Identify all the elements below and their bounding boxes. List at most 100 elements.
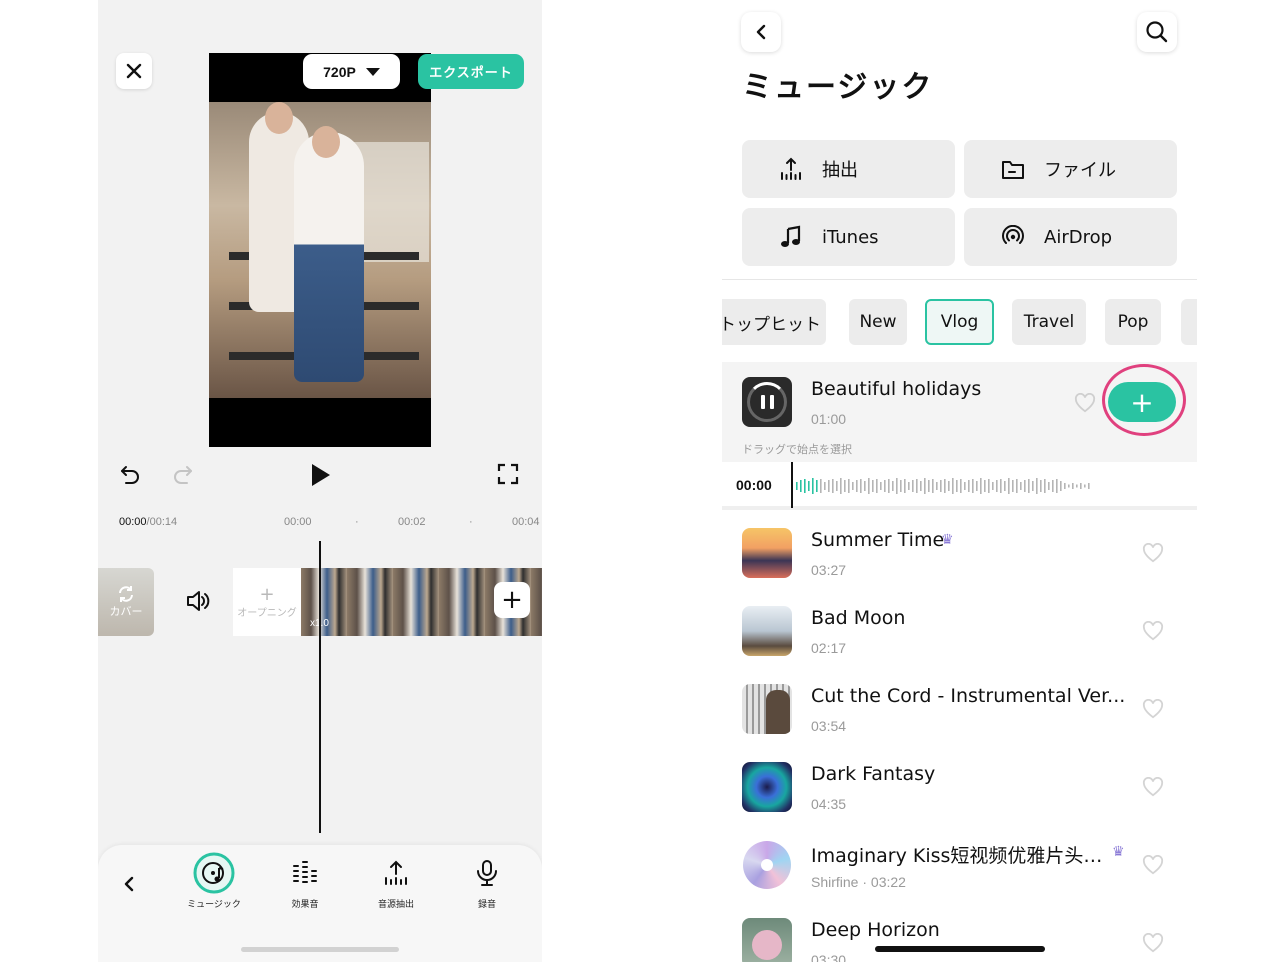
resolution-selector[interactable]: 720P (303, 54, 400, 89)
waveform-bar (1068, 484, 1070, 488)
undo-icon (121, 466, 139, 484)
waveform-bar (896, 478, 898, 494)
cover-button[interactable]: カバー (98, 568, 154, 636)
track-cover[interactable] (742, 762, 792, 812)
track-title[interactable]: Bad Moon (811, 607, 905, 629)
waveform-bar (856, 480, 858, 492)
add-clip-button[interactable]: + (494, 582, 530, 618)
waveform-bar (996, 480, 998, 492)
waveform-bar (844, 480, 846, 492)
waveform-bar (848, 479, 850, 493)
track-title[interactable]: Imaginary Kiss短视频优雅片头… (811, 841, 1102, 868)
video-frame (209, 102, 431, 398)
waveform-bar (1024, 480, 1026, 492)
tool-music[interactable]: ミュージック (179, 852, 249, 910)
category-tab-top-hits[interactable]: トップヒット (722, 299, 826, 345)
favorite-heart-icon[interactable] (1074, 393, 1096, 413)
source-file-button[interactable]: ファイル (964, 140, 1177, 198)
playhead[interactable] (319, 541, 321, 833)
waveform-bar (1048, 482, 1050, 490)
waveform-bar (920, 481, 922, 491)
waveform-bar (1060, 481, 1062, 491)
track-cover[interactable] (742, 918, 792, 962)
track-meta: 03:27 (811, 562, 847, 578)
waveform-bar (1088, 483, 1090, 489)
source-label: iTunes (822, 226, 879, 248)
now-playing-title: Beautiful holidays (811, 378, 982, 400)
waveform-bar (936, 482, 938, 490)
waveform-bar (964, 482, 966, 490)
track-title[interactable]: Deep Horizon (811, 919, 940, 941)
track-cover[interactable] (742, 840, 792, 890)
source-itunes-button[interactable]: iTunes (742, 208, 955, 266)
ruler-tick: 00:00 (284, 516, 312, 528)
fullscreen-button[interactable] (496, 462, 520, 486)
favorite-heart-icon[interactable] (1142, 855, 1164, 875)
speaker-icon (187, 591, 210, 611)
favorite-heart-icon[interactable] (1142, 543, 1164, 563)
waveform-trimmer[interactable]: 00:00 (722, 462, 1197, 510)
add-opening-button[interactable]: + オープニング (233, 568, 301, 636)
tool-label: 録音 (477, 900, 496, 910)
category-tab-more[interactable] (1181, 299, 1197, 345)
redo-button[interactable] (171, 462, 195, 486)
source-airdrop-button[interactable]: AirDrop (964, 208, 1177, 266)
favorite-heart-icon[interactable] (1142, 777, 1164, 797)
waveform-bar (908, 482, 910, 490)
video-preview[interactable] (209, 53, 431, 447)
close-button[interactable] (116, 53, 152, 89)
home-indicator (875, 946, 1045, 952)
crown-icon: ♛ (1112, 844, 1125, 860)
track-cover[interactable] (742, 528, 792, 578)
waveform-bar (1012, 480, 1014, 492)
track-cover[interactable] (742, 606, 792, 656)
pause-button[interactable] (742, 377, 792, 427)
favorite-heart-icon[interactable] (1142, 621, 1164, 641)
tool-record[interactable]: 録音 (452, 855, 522, 910)
track-title[interactable]: Summer Time (811, 529, 944, 551)
favorite-heart-icon[interactable] (1142, 699, 1164, 719)
category-tab-vlog[interactable]: Vlog (925, 299, 994, 345)
source-label: ファイル (1044, 160, 1116, 181)
waveform-bar (1076, 484, 1078, 488)
track-meta: 02:17 (811, 640, 847, 656)
favorite-heart-icon[interactable] (1142, 933, 1164, 953)
music-disc-icon (193, 852, 235, 894)
waveform-position: 00:00 (736, 477, 772, 493)
tool-extract-audio[interactable]: 音源抽出 (361, 855, 431, 910)
search-button[interactable] (1137, 12, 1177, 52)
export-button[interactable]: エクスポート (418, 54, 524, 89)
track-meta: 03:54 (811, 718, 847, 734)
equalizer-icon (291, 855, 319, 891)
microphone-icon (474, 855, 500, 891)
waveform-bar (1008, 478, 1010, 494)
tool-sound-effects[interactable]: 効果音 (270, 855, 340, 910)
track-title[interactable]: Dark Fantasy (811, 763, 935, 785)
waveform-bar (1040, 480, 1042, 492)
music-note-icon (778, 225, 804, 249)
track-cover[interactable] (742, 684, 792, 734)
track-title[interactable]: Cut the Cord - Instrumental Ver... (811, 685, 1125, 707)
play-button[interactable] (308, 462, 332, 488)
waveform-bar (1084, 484, 1086, 488)
category-tab-new[interactable]: New (849, 299, 907, 345)
ruler-dot: · (469, 516, 473, 528)
source-extract-button[interactable]: 抽出 (742, 140, 955, 198)
track-meta: 04:35 (811, 796, 847, 812)
tool-label: 効果音 (291, 900, 319, 910)
category-tab-travel[interactable]: Travel (1012, 299, 1086, 345)
redo-icon (174, 466, 192, 484)
category-tab-pop[interactable]: Pop (1105, 299, 1161, 345)
toolbar-back-button[interactable] (122, 875, 136, 897)
pause-icon (747, 382, 787, 422)
crown-icon: ♛ (941, 532, 954, 548)
waveform-bar (1028, 479, 1030, 493)
undo-button[interactable] (118, 462, 142, 486)
waveform-cursor[interactable] (791, 462, 793, 508)
clip-volume-button[interactable] (184, 588, 210, 618)
tool-label: 音源抽出 (377, 900, 414, 910)
waveform-bar (812, 478, 814, 494)
waveform-bar (916, 479, 918, 493)
plus-icon: + (501, 585, 523, 615)
back-button[interactable] (741, 12, 781, 52)
